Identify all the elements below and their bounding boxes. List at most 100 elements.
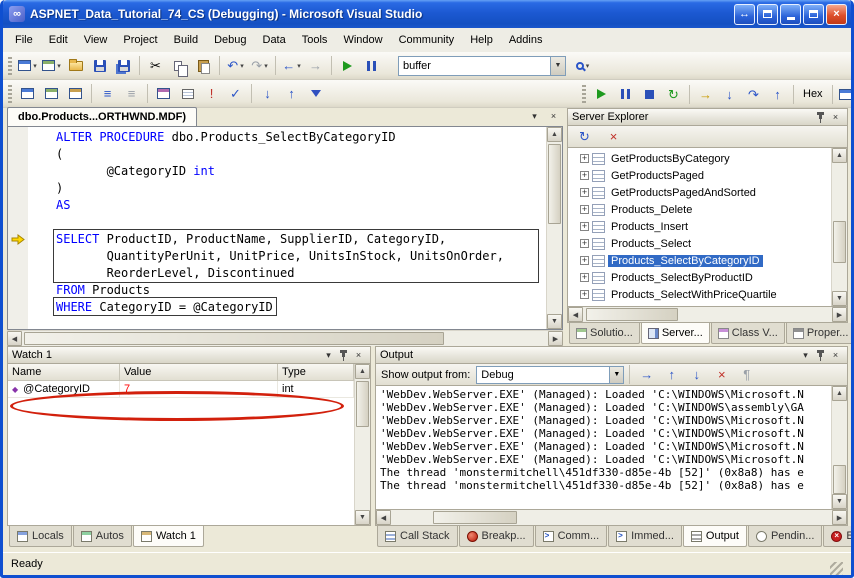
auto-hide-button[interactable]: [336, 348, 351, 362]
step-out-button[interactable]: ↑: [766, 83, 789, 105]
document-list-button[interactable]: ▾: [527, 109, 542, 123]
scroll-thumb[interactable]: [833, 465, 846, 494]
scroll-down-button[interactable]: ▼: [832, 494, 847, 509]
goto-next-message-button[interactable]: ↓: [685, 364, 708, 386]
sort-descending-button[interactable]: ↑: [280, 83, 303, 105]
scroll-right-button[interactable]: ▶: [548, 331, 563, 346]
goto-previous-message-button[interactable]: ↑: [660, 364, 683, 386]
breakpoint-gutter[interactable]: [8, 127, 28, 329]
minimize-button[interactable]: [780, 4, 801, 25]
tab-server[interactable]: Server...: [641, 323, 710, 344]
find-options-button[interactable]: ▾: [571, 55, 594, 77]
auto-hide-button[interactable]: [813, 110, 828, 124]
code-editor[interactable]: ALTER PROCEDURE dbo.Products_SelectByCat…: [28, 127, 546, 329]
maximize-button[interactable]: [803, 4, 824, 25]
auto-hide-button[interactable]: [813, 348, 828, 362]
window-position-button[interactable]: ▾: [321, 348, 336, 362]
scroll-right-button[interactable]: ▶: [832, 510, 847, 525]
tree-item-products_selectbyproductid[interactable]: +Products_SelectByProductID: [568, 269, 831, 286]
menu-item-build[interactable]: Build: [166, 30, 206, 50]
menu-item-file[interactable]: File: [7, 30, 41, 50]
undo-button[interactable]: ↶▾: [224, 55, 247, 77]
expand-icon[interactable]: +: [580, 154, 589, 163]
tab-solution[interactable]: Solutio...: [569, 323, 640, 344]
scroll-left-button[interactable]: ◀: [376, 510, 391, 525]
tab-properties[interactable]: Proper...: [786, 323, 854, 344]
tool-tab-locals[interactable]: Locals: [9, 526, 72, 547]
output-vertical-scrollbar[interactable]: ▲ ▼: [831, 386, 847, 509]
tree-item-products_select[interactable]: +Products_Select: [568, 235, 831, 252]
menu-item-window[interactable]: Window: [335, 30, 390, 50]
scroll-up-button[interactable]: ▲: [355, 364, 370, 379]
tool-tab-pending[interactable]: Pendin...: [748, 526, 822, 547]
change-type-button[interactable]: [176, 83, 199, 105]
expand-icon[interactable]: +: [580, 239, 589, 248]
scroll-up-button[interactable]: ▲: [547, 127, 562, 142]
close-button[interactable]: ×: [826, 4, 847, 25]
menu-item-data[interactable]: Data: [255, 30, 294, 50]
clear-all-button[interactable]: ×: [710, 364, 733, 386]
tree-horizontal-scrollbar[interactable]: ◀ ▶: [567, 307, 848, 323]
save-button[interactable]: [88, 55, 111, 77]
stop-debugging-button[interactable]: [638, 83, 661, 105]
watch-column-name[interactable]: Name: [8, 364, 120, 380]
indent-button[interactable]: ≡: [96, 83, 119, 105]
menu-item-community[interactable]: Community: [391, 30, 463, 50]
cut-button[interactable]: ✂: [144, 55, 167, 77]
break-all-button[interactable]: [360, 55, 383, 77]
document-tab[interactable]: dbo.Products...ORTHWND.MDF): [7, 107, 197, 126]
tree-item-products_insert[interactable]: +Products_Insert: [568, 218, 831, 235]
find-combobox[interactable]: buffer ▼: [398, 56, 566, 76]
tree-item-products_update[interactable]: +Products_Update: [568, 303, 831, 306]
tool-tab-command[interactable]: Comm...: [535, 526, 608, 547]
scroll-left-button[interactable]: ◀: [7, 331, 22, 346]
close-panel-button[interactable]: ×: [351, 348, 366, 362]
step-into-button[interactable]: ↓: [718, 83, 741, 105]
server-explorer-tree[interactable]: +GetProductsByCategory+GetProductsPaged+…: [568, 148, 831, 306]
tool-tab-output[interactable]: Output: [683, 526, 747, 547]
scroll-thumb[interactable]: [833, 221, 846, 263]
watch-row[interactable]: ◆@CategoryID7int: [8, 381, 354, 398]
stop-refresh-button[interactable]: ×: [602, 126, 625, 148]
resize-grip[interactable]: [830, 562, 843, 575]
toolbar-grip[interactable]: [8, 85, 12, 103]
output-lines[interactable]: 'WebDev.WebServer.EXE' (Managed): Loaded…: [376, 386, 831, 509]
scroll-down-button[interactable]: ▼: [355, 510, 370, 525]
watch-vertical-scrollbar[interactable]: ▲ ▼: [354, 364, 370, 525]
output-source-combobox[interactable]: Debug ▼: [476, 366, 624, 384]
scroll-up-button[interactable]: ▲: [832, 148, 847, 163]
hex-toggle[interactable]: Hex: [798, 88, 828, 100]
step-over-button[interactable]: ↷: [742, 83, 765, 105]
expand-icon[interactable]: +: [580, 256, 589, 265]
open-file-button[interactable]: [64, 55, 87, 77]
show-diagram-pane-button[interactable]: [16, 83, 39, 105]
show-next-statement-button[interactable]: →: [694, 83, 717, 105]
window-dock-button[interactable]: ↔: [734, 4, 755, 25]
combobox-dropdown-button[interactable]: ▼: [550, 57, 565, 75]
scroll-down-button[interactable]: ▼: [832, 291, 847, 306]
scroll-down-button[interactable]: ▼: [547, 314, 562, 329]
menu-item-help[interactable]: Help: [462, 30, 501, 50]
break-all-button[interactable]: [614, 83, 637, 105]
start-debugging-button[interactable]: [336, 55, 359, 77]
execute-sql-button[interactable]: !: [200, 83, 223, 105]
find-combobox-value[interactable]: buffer: [403, 60, 550, 72]
menu-item-project[interactable]: Project: [115, 30, 165, 50]
verify-sql-button[interactable]: ✓: [224, 83, 247, 105]
tool-tab-callstack[interactable]: Call Stack: [377, 526, 458, 547]
close-panel-button[interactable]: ×: [828, 110, 843, 124]
close-document-button[interactable]: ×: [546, 109, 561, 123]
copy-button[interactable]: [168, 55, 191, 77]
expand-icon[interactable]: +: [580, 188, 589, 197]
paste-button[interactable]: [192, 55, 215, 77]
sort-ascending-button[interactable]: ↓: [256, 83, 279, 105]
continue-button[interactable]: [590, 83, 613, 105]
show-sql-pane-button[interactable]: [64, 83, 87, 105]
menu-item-debug[interactable]: Debug: [206, 30, 254, 50]
menu-item-tools[interactable]: Tools: [294, 30, 336, 50]
scroll-thumb[interactable]: [433, 511, 517, 524]
add-item-button[interactable]: ▾: [40, 55, 63, 77]
tool-tab-breakpoints[interactable]: Breakp...: [459, 526, 534, 547]
outdent-button[interactable]: ≡: [120, 83, 143, 105]
close-panel-button[interactable]: ×: [828, 348, 843, 362]
